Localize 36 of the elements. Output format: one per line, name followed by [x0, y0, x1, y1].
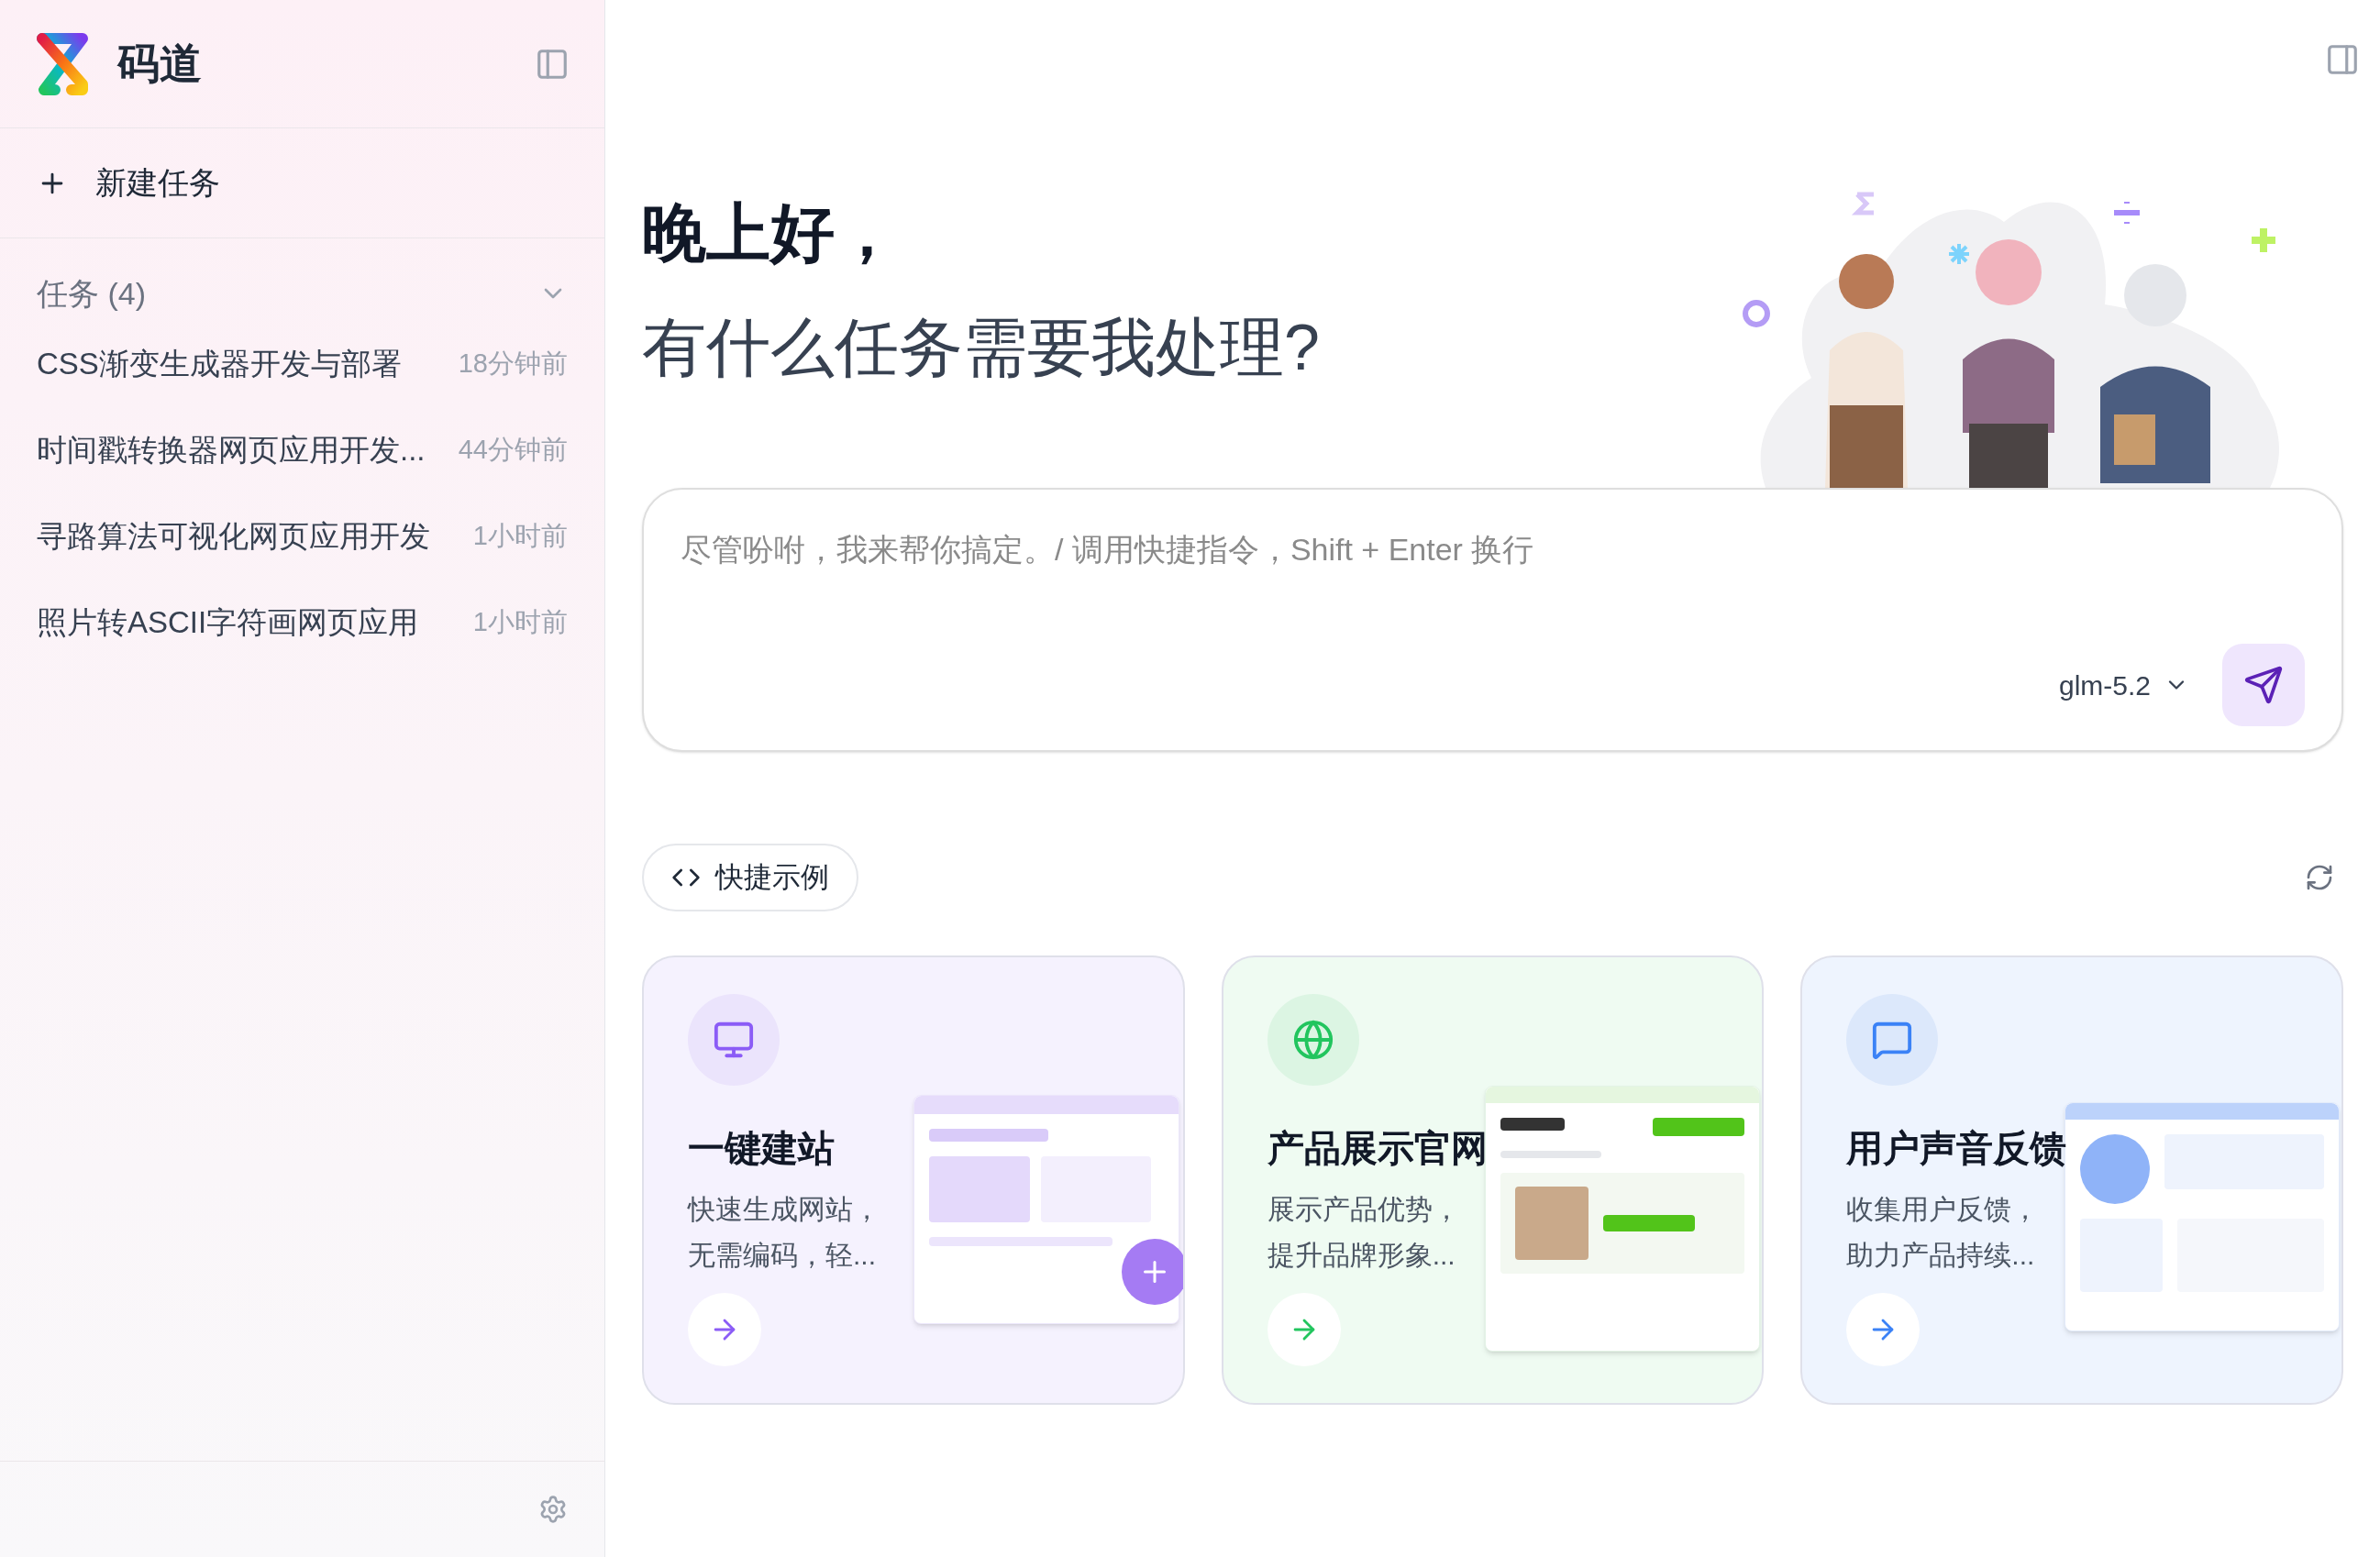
panel-toggle-icon[interactable]	[2325, 42, 2360, 77]
task-title: 照片转ASCII字符画网页应用	[37, 604, 419, 642]
task-item[interactable]: CSS渐变生成器开发与部署 18分钟前	[37, 321, 568, 407]
model-select[interactable]: glm-5.2	[2058, 664, 2189, 706]
task-time: 1小时前	[472, 520, 568, 553]
card-description: 展示产品优势，提升品牌形象...	[1267, 1193, 1461, 1272]
app-name: 码道	[117, 39, 202, 89]
task-item[interactable]: 寻路算法可视化网页应用开发 1小时前	[37, 493, 568, 580]
send-icon	[2243, 665, 2284, 705]
card-title: 产品展示官网	[1267, 1127, 1488, 1170]
task-item[interactable]: 时间戳转换器网页应用开发... 44分钟前	[37, 407, 568, 493]
quick-examples-tab[interactable]: 快捷示例	[642, 844, 858, 911]
card-description: 收集用户反馈，助力产品持续...	[1846, 1193, 2041, 1272]
refresh-icon[interactable]	[2305, 863, 2334, 892]
logo-bar	[1500, 1118, 1566, 1131]
prompt-text-field[interactable]: 尽管吩咐，我来帮你搞定。/ 调用快捷指令，Shift + Enter 换行	[681, 526, 2305, 573]
card-description: 快速生成网站，无需编码，轻...	[688, 1193, 881, 1272]
greeting-subtitle: 有什么任务需要我处理?	[642, 311, 1320, 385]
prompt-input[interactable]: 尽管吩咐，我来帮你搞定。/ 调用快捷指令，Shift + Enter 换行 glm-5.2	[642, 488, 2343, 752]
send-button[interactable]	[2222, 644, 2305, 726]
example-card[interactable]: 用户声音反馈 收集用户反馈，助力产品持续...	[1800, 955, 2343, 1405]
new-task-button[interactable]: 新建任务	[0, 128, 604, 238]
task-time: 44分钟前	[458, 434, 568, 467]
task-time: 18分钟前	[458, 348, 568, 381]
task-time: 1小时前	[472, 606, 568, 639]
card-title: 一键建站	[688, 1127, 835, 1170]
example-card[interactable]: 产品展示官网 展示产品优势，提升品牌形象...	[1221, 955, 1765, 1405]
task-title: 时间戳转换器网页应用开发...	[37, 432, 426, 469]
card-title: 用户声音反馈	[1846, 1127, 2067, 1170]
settings-icon[interactable]	[538, 1495, 568, 1524]
tasks-section-header[interactable]: 任务 (4)	[37, 266, 568, 321]
task-title: 寻路算法可视化网页应用开发	[37, 518, 430, 556]
example-card[interactable]: 一键建站 快速生成网站，无需编码，轻...	[642, 955, 1185, 1405]
greeting-title: 晚上好，	[642, 196, 900, 271]
task-item[interactable]: 照片转ASCII字符画网页应用 1小时前	[37, 580, 568, 666]
task-title: CSS渐变生成器开发与部署	[37, 346, 402, 383]
